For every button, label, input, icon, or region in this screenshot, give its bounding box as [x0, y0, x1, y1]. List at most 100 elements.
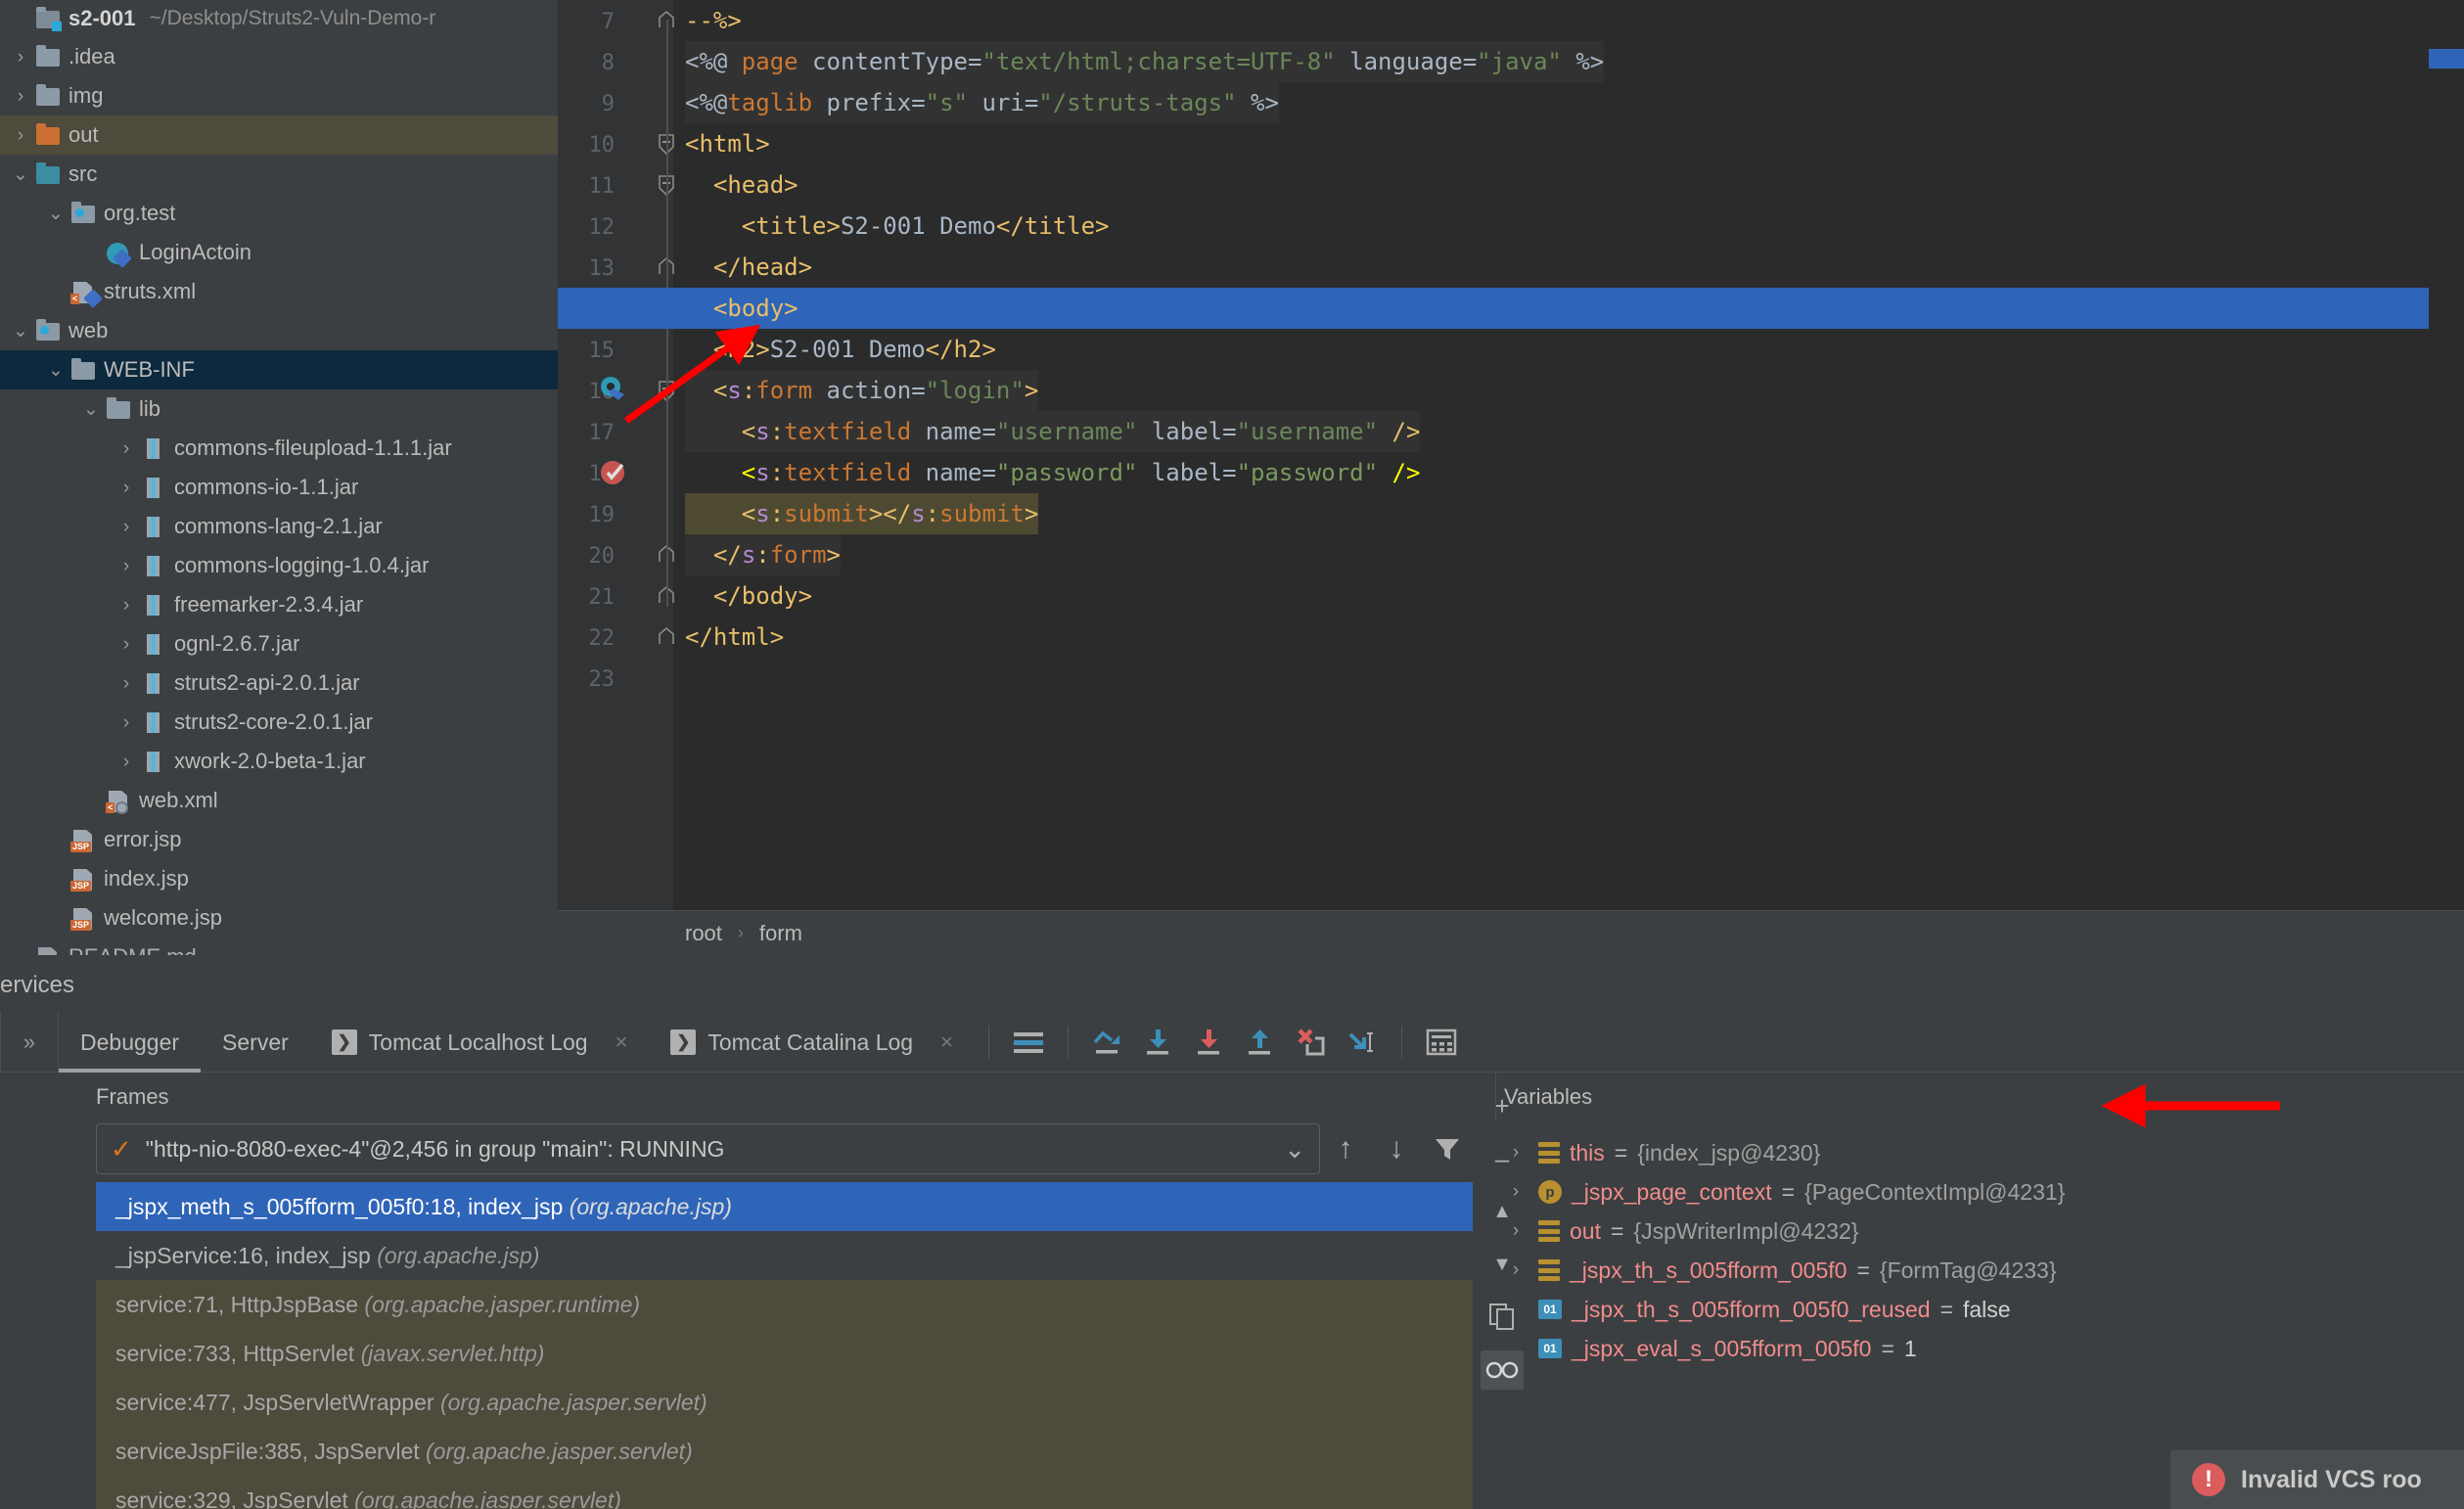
- code-line-17[interactable]: <s:textfield name="username" label="user…: [685, 411, 1421, 452]
- fold-marker-22[interactable]: [656, 626, 677, 648]
- chevron-right-icon[interactable]: ›: [114, 557, 139, 575]
- tab-tomcat-localhost-log[interactable]: ❯ Tomcat Localhost Log ×: [310, 1012, 650, 1073]
- step-into-icon[interactable]: [1137, 1021, 1180, 1064]
- tree-item-org-test[interactable]: ⌄ org.test: [0, 194, 558, 233]
- chevron-right-icon[interactable]: ›: [8, 48, 33, 67]
- code-line-16[interactable]: <s:form action="login">: [685, 370, 1039, 411]
- tree-item-out[interactable]: › out: [0, 115, 558, 155]
- tree-item-web[interactable]: ⌄ web: [0, 311, 558, 350]
- code-folding-bar[interactable]: [656, 0, 685, 910]
- breadcrumb[interactable]: root › form: [558, 910, 2464, 955]
- code-line-13[interactable]: </head>: [685, 247, 812, 288]
- chevron-right-icon[interactable]: ›: [1503, 1220, 1529, 1242]
- variable-row[interactable]: › this = {index_jsp@4230}: [1495, 1133, 2464, 1172]
- step-out-icon[interactable]: [1239, 1021, 1282, 1064]
- chevron-right-icon[interactable]: ›: [1503, 1142, 1529, 1164]
- tree-item-readme-md[interactable]: › README.md: [0, 937, 558, 955]
- stack-frame-row[interactable]: service:733, HttpServlet (javax.servlet.…: [96, 1329, 1473, 1378]
- code-line-8[interactable]: <%@ page contentType="text/html;charset=…: [685, 41, 1605, 82]
- tree-item-src[interactable]: ⌄ src: [0, 155, 558, 194]
- step-over-icon[interactable]: [1086, 1021, 1129, 1064]
- thread-dropdown[interactable]: ✓ "http-nio-8080-exec-4"@2,456 in group …: [96, 1123, 1320, 1174]
- tree-item--idea[interactable]: › .idea: [0, 37, 558, 76]
- code-line-14[interactable]: <body>: [685, 288, 799, 329]
- call-stack-list[interactable]: _jspx_meth_s_005fform_005f0:18, index_js…: [96, 1182, 1473, 1509]
- stack-frame-row[interactable]: _jspService:16, index_jsp (org.apache.js…: [96, 1231, 1473, 1280]
- chevron-down-icon[interactable]: ⌄: [43, 205, 68, 223]
- tree-item-web-xml[interactable]: ›<web.xml: [0, 781, 558, 820]
- tree-item-xwork-2-0-beta-1-jar[interactable]: › xwork-2.0-beta-1.jar: [0, 742, 558, 781]
- tree-item-welcome-jsp[interactable]: ›JSPwelcome.jsp: [0, 898, 558, 937]
- tree-item-img[interactable]: › img: [0, 76, 558, 115]
- code-content[interactable]: --%> <%@ page contentType="text/html;cha…: [558, 0, 2464, 910]
- stack-frame-row[interactable]: _jspx_meth_s_005fform_005f0:18, index_js…: [96, 1182, 1473, 1231]
- arrow-down-icon[interactable]: ↓: [1375, 1127, 1418, 1170]
- project-root-row[interactable]: › s2-001 ~/Desktop/Struts2-Vuln-Demo-r: [0, 0, 558, 37]
- chevron-down-icon[interactable]: ⌄: [43, 361, 68, 380]
- tab-server[interactable]: Server: [201, 1012, 310, 1073]
- arrow-up-icon[interactable]: ↑: [1324, 1127, 1367, 1170]
- project-tree-panel[interactable]: › s2-001 ~/Desktop/Struts2-Vuln-Demo-r ›…: [0, 0, 558, 955]
- stack-frame-row[interactable]: service:477, JspServletWrapper (org.apac…: [96, 1378, 1473, 1427]
- chevron-right-icon[interactable]: ›: [114, 479, 139, 497]
- tab-tomcat-catalina-log[interactable]: ❯ Tomcat Catalina Log ×: [649, 1012, 975, 1073]
- chevron-down-icon[interactable]: ⌄: [8, 322, 33, 341]
- scrollbar-thumb[interactable]: [2429, 49, 2464, 69]
- variable-row[interactable]: › p _jspx_page_context = {PageContextImpl@…: [1495, 1172, 2464, 1212]
- tree-item-struts-xml[interactable]: ›<struts.xml: [0, 272, 558, 311]
- tree-item-freemarker-2-3-4-jar[interactable]: › freemarker-2.3.4.jar: [0, 585, 558, 624]
- tree-item-struts2-core-2-0-1-jar[interactable]: › struts2-core-2.0.1.jar: [0, 703, 558, 742]
- code-line-21[interactable]: </body>: [685, 575, 812, 617]
- stack-frame-row[interactable]: serviceJspFile:385, JspServlet (org.apac…: [96, 1427, 1473, 1476]
- tree-item-loginactoin[interactable]: › LoginActoin: [0, 233, 558, 272]
- drop-frame-icon[interactable]: [1290, 1021, 1333, 1064]
- chevron-right-icon[interactable]: ›: [114, 753, 139, 771]
- menu-lines-icon[interactable]: [1007, 1021, 1050, 1064]
- variable-row[interactable]: › 01 _jspx_th_s_005fform_005f0_reused = fa…: [1495, 1290, 2464, 1329]
- tree-item-commons-logging-1-0-4-jar[interactable]: › commons-logging-1.0.4.jar: [0, 546, 558, 585]
- tree-item-ognl-2-6-7-jar[interactable]: › ognl-2.6.7.jar: [0, 624, 558, 663]
- chevron-right-icon[interactable]: ›: [8, 87, 33, 106]
- chevron-right-icon[interactable]: ›: [8, 126, 33, 145]
- tree-item-error-jsp[interactable]: ›JSPerror.jsp: [0, 820, 558, 859]
- stack-frame-row[interactable]: service:71, HttpJspBase (org.apache.jasp…: [96, 1280, 1473, 1329]
- filter-icon[interactable]: [1426, 1127, 1469, 1170]
- tree-item-commons-fileupload-1-1-1-jar[interactable]: › commons-fileupload-1.1.1.jar: [0, 429, 558, 468]
- tree-item-struts2-api-2-0-1-jar[interactable]: › struts2-api-2.0.1.jar: [0, 663, 558, 703]
- close-icon[interactable]: ×: [616, 1012, 628, 1073]
- chevron-down-icon[interactable]: ⌄: [78, 400, 104, 419]
- code-editor[interactable]: 7891011121314151617181920212223 --%> <%@…: [558, 0, 2464, 910]
- force-step-into-icon[interactable]: [1188, 1021, 1231, 1064]
- variable-row[interactable]: › 01 _jspx_eval_s_005fform_005f0 = 1: [1495, 1329, 2464, 1368]
- chevron-right-icon[interactable]: ›: [114, 635, 139, 654]
- project-tree-items[interactable]: ›.idea›img›out⌄src⌄org.test›LoginActoin›…: [0, 37, 558, 955]
- code-line-10[interactable]: <html>: [685, 123, 770, 164]
- breakpoint-verified-icon[interactable]: [599, 458, 628, 487]
- editor-scrollbar[interactable]: [2429, 0, 2464, 910]
- chevron-right-icon[interactable]: ›: [114, 713, 139, 732]
- chevron-right-icon[interactable]: ›: [1503, 1181, 1529, 1203]
- chevron-right-icon[interactable]: ›: [1503, 1259, 1529, 1281]
- tree-item-web-inf[interactable]: ⌄ WEB-INF: [0, 350, 558, 389]
- tree-item-index-jsp[interactable]: ›JSPindex.jsp: [0, 859, 558, 898]
- breadcrumb-item-root[interactable]: root: [685, 921, 722, 946]
- variables-list[interactable]: › this = {index_jsp@4230} › p _jspx_page_con…: [1495, 1121, 2464, 1368]
- code-line-15[interactable]: <h2>S2-001 Demo</h2>: [685, 329, 996, 370]
- tab-debugger[interactable]: Debugger: [59, 1012, 201, 1073]
- chevron-down-icon[interactable]: ⌄: [1284, 1134, 1305, 1165]
- breadcrumb-item-form[interactable]: form: [759, 921, 802, 946]
- variable-row[interactable]: › out = {JspWriterImpl@4232}: [1495, 1212, 2464, 1251]
- tree-item-lib[interactable]: ⌄ lib: [0, 389, 558, 429]
- chevron-right-icon[interactable]: ›: [114, 596, 139, 615]
- run-to-cursor-icon[interactable]: [1341, 1021, 1384, 1064]
- tree-item-commons-lang-2-1-jar[interactable]: › commons-lang-2.1.jar: [0, 507, 558, 546]
- code-line-22[interactable]: </html>: [685, 617, 784, 658]
- chevron-right-icon[interactable]: ›: [114, 674, 139, 693]
- vcs-notification[interactable]: ! Invalid VCS roo: [2170, 1450, 2464, 1509]
- code-line-11[interactable]: <head>: [685, 164, 799, 206]
- tree-item-commons-io-1-1-jar[interactable]: › commons-io-1.1.jar: [0, 468, 558, 507]
- chevron-right-icon[interactable]: ›: [114, 518, 139, 536]
- code-line-12[interactable]: <title>S2-001 Demo</title>: [685, 206, 1110, 247]
- variable-row[interactable]: › _jspx_th_s_005fform_005f0 = {FormTag@42…: [1495, 1251, 2464, 1290]
- services-tab-bar[interactable]: » Debugger Server ❯ Tomcat Localhost Log…: [0, 1011, 2464, 1073]
